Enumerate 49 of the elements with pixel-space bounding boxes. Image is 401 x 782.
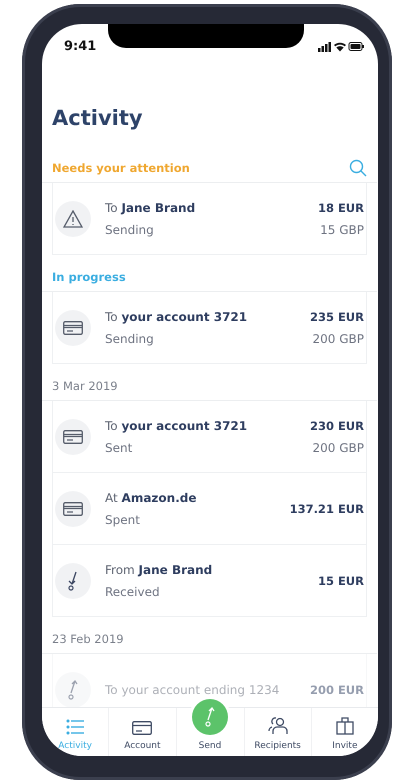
send-fab[interactable] [192,699,228,735]
transaction-status: Received [105,584,161,598]
section-heading: Needs your attention [52,161,190,175]
status-time: 9:41 [64,38,96,54]
amount: 137.21 EUR [290,502,364,516]
tab-item[interactable]: Account [109,708,176,756]
arrow-up-icon [67,680,79,700]
list-icon [66,719,84,735]
gift-icon [336,716,354,735]
amount: 235 EUR [310,310,364,324]
transaction-status: Spent [105,512,141,526]
amount: 18 EUR [318,200,364,214]
transaction-title: To your account 3721 [105,310,248,324]
transaction-row[interactable]: To your account 3721 Sent 230 EUR 200 GBP [52,401,367,473]
section-heading: 3 Mar 2019 [52,379,118,393]
section-heading: In progress [52,270,126,284]
transaction-row[interactable]: To your account 3721 Sending 235 EUR 200 GBP [52,292,367,364]
transaction-row[interactable]: At Amazon.de Spent 137.21 EUR [52,473,367,545]
transaction-status: Sent [105,440,134,454]
amount: 200 EUR [310,682,364,696]
tab-item[interactable]: Invite [312,708,378,756]
converted-amount: 200 GBP [312,440,364,454]
tab-item[interactable]: Send [176,735,244,756]
transaction-title: To your account ending 1234 [105,682,280,696]
amount: 15 EUR [318,574,364,588]
section-heading: 23 Feb 2019 [52,632,124,646]
card-icon [63,502,83,516]
amount: 230 EUR [310,418,364,432]
status-icons [318,40,364,52]
card-icon [63,320,83,334]
transaction-status: Sending [105,332,155,346]
page-title: Activity [52,106,144,130]
transaction-title: At Amazon.de [105,490,198,504]
tab-item[interactable]: Recipients [244,708,312,756]
arrow-down-icon [67,570,79,590]
card-icon [132,721,152,735]
converted-amount: 15 GBP [320,222,364,236]
transaction-title: From Jane Brand [105,562,214,576]
transaction-row[interactable]: From Jane Brand Received 15 EUR [52,545,367,617]
transaction-title: To your account 3721 [105,418,248,432]
transaction-title: To Jane Brand [105,200,196,214]
search-icon[interactable] [349,159,367,177]
card-icon [63,430,83,444]
converted-amount: 200 GBP [312,332,364,346]
arrow-up-icon [204,707,216,727]
transaction-row[interactable]: To Jane Brand Sending 18 EUR 15 GBP [52,183,367,255]
warning-icon [63,210,83,228]
people-icon [268,716,288,735]
transaction-status: Sending [105,222,155,236]
